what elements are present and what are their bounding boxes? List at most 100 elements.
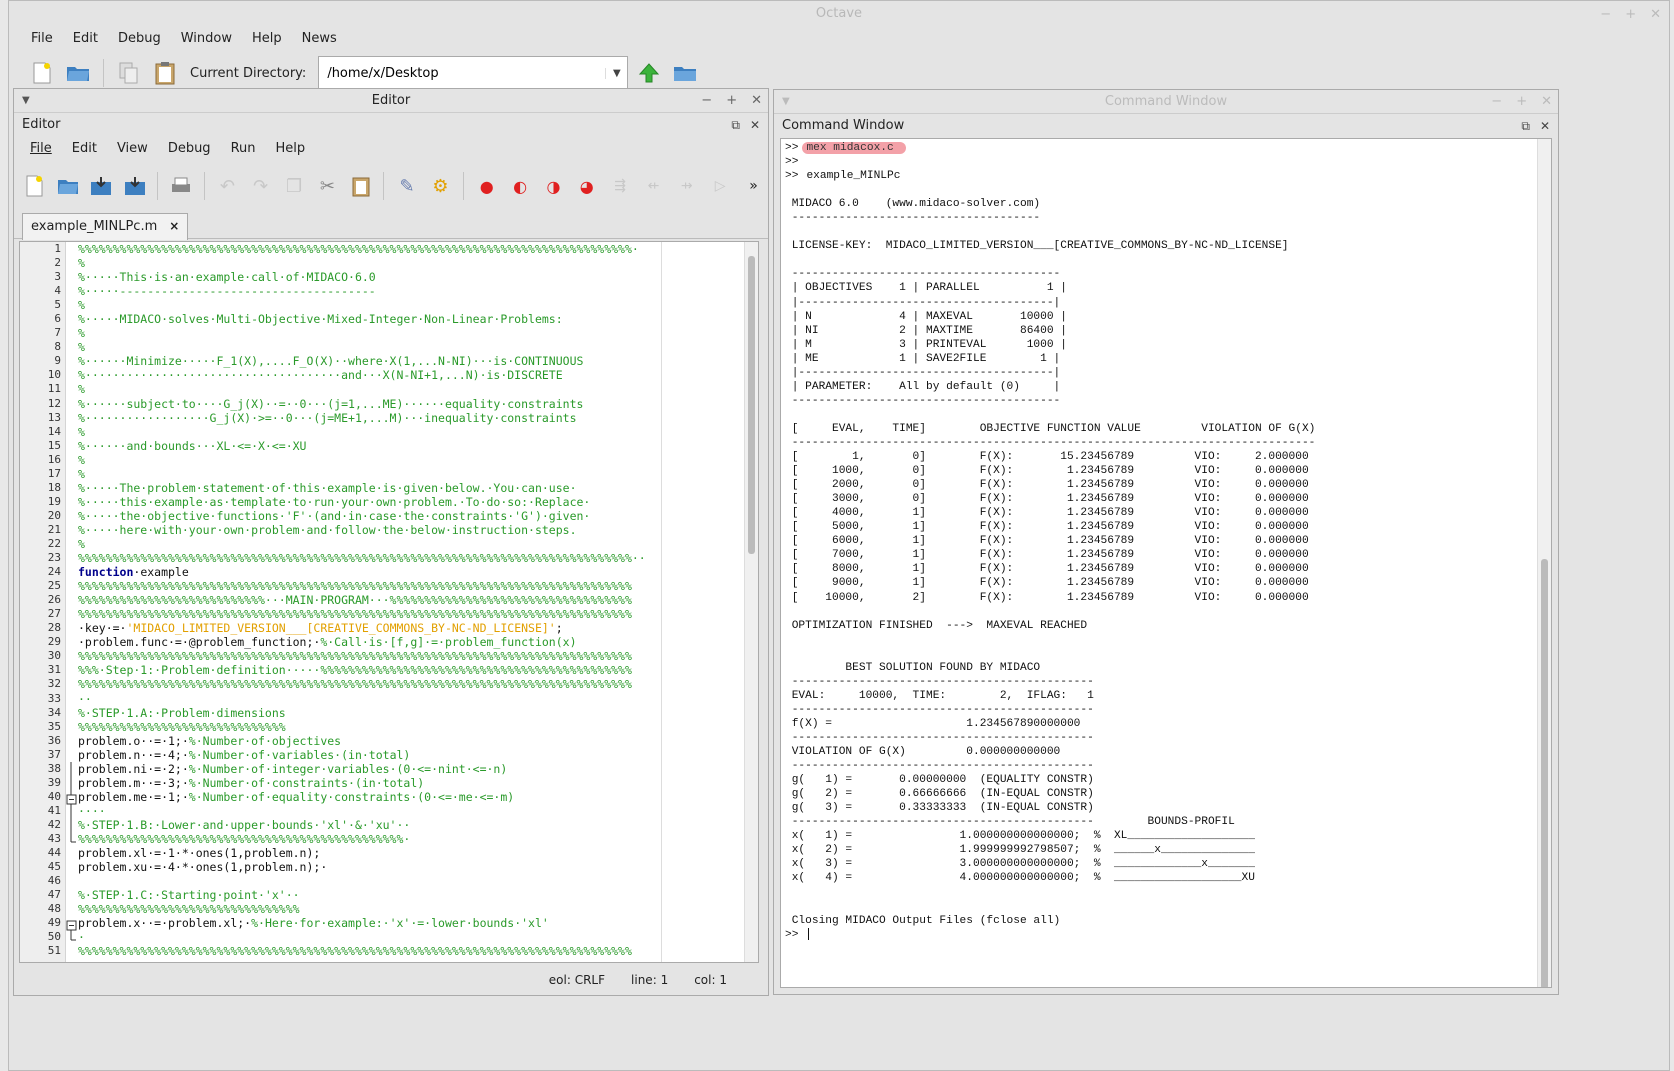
step-out-icon[interactable]: ⇸ [672,171,701,201]
new-script-icon[interactable] [20,171,49,201]
code-line[interactable]: %······and·bounds···XL·<=·X·<=·XU [78,439,758,453]
code-line[interactable]: %·STEP·1.B:·Lower·and·upper·bounds·'xl'·… [78,818,758,832]
close-editor-icon[interactable]: ✕ [750,113,760,137]
code-line[interactable]: %%%%%%%%%%%%%%%%%%%%%%%%%%%%%%%%%%%%%%%%… [78,677,758,691]
code-line[interactable]: problem.xu·=·4·*·ones(1,problem.n);· [78,860,758,874]
close-command-icon[interactable]: ✕ [1540,114,1550,138]
editor-vertical-scrollbar[interactable] [744,242,758,962]
save-icon[interactable] [87,171,116,201]
code-line[interactable]: % [78,298,758,312]
code-editor[interactable]: 1 2 3 4 5 6 7 8 9 10 11 12 13 14 15 16 17 18 19 20 21 22 23 24 2… [19,241,759,963]
code-line[interactable]: % [78,326,758,340]
continue-icon[interactable]: ▷ [705,171,734,201]
current-directory-input[interactable] [319,58,606,88]
close-tab-icon[interactable]: × [169,214,179,240]
code-line[interactable]: %·STEP·1.C:·Starting·point·'x'·· [78,888,758,902]
undock-icon[interactable]: ⧉ [1521,114,1530,138]
next-breakpoint-icon[interactable]: ◐ [505,171,534,201]
menu-debug[interactable]: Debug [108,27,171,51]
code-line[interactable]: %%%%%%%%%%%%%%%%%%%%%%%%%%%···MAIN·PROGR… [78,593,758,607]
code-line[interactable]: %······Minimize·····F_1(X),....F_O(X)··w… [78,354,758,368]
code-line[interactable]: problem.o··=·1;·%·Number·of·objectives [78,734,758,748]
code-line[interactable]: problem.x··=·problem.xl;·%·Here·for·exam… [78,916,758,930]
code-line[interactable]: % [78,453,758,467]
menu-help[interactable]: Help [242,27,292,51]
editor-menu-edit[interactable]: Edit [62,137,107,163]
command-output[interactable]: >> mex midacox.c >> >> example_MINLPc MIDACO… [780,138,1552,988]
code-line[interactable]: %······subject·to····G_j(X)··=··0···(j=1… [78,397,758,411]
minimize-icon[interactable]: − [1600,7,1611,22]
code-line[interactable]: %·····----------------------------------… [78,284,758,298]
editor-menu-run[interactable]: Run [221,137,266,163]
close-panel-icon[interactable]: ✕ [751,89,762,113]
code-line[interactable]: %·STEP·1.A:·Problem·dimensions [78,706,758,720]
code-line[interactable]: % [78,425,758,439]
code-line[interactable]: %·····································an… [78,368,758,382]
close-icon[interactable]: ✕ [1650,7,1661,22]
cut-icon[interactable]: ✂ [313,171,342,201]
code-line[interactable]: %%%%%%%%%%%%%%%%%%%%%%%%%%%%%% [78,720,758,734]
code-line[interactable]: %%%%%%%%%%%%%%%%%%%%%%%%%%%%%%%%%%%%%%%%… [78,607,758,621]
float-panel-icon[interactable]: + [1516,90,1527,114]
code-line[interactable]: function·example [78,565,758,579]
code-line[interactable]: %%%%%%%%%%%%%%%%%%%%%%%%%%%%%%%%%%%%%%%%… [78,649,758,663]
code-line[interactable]: problem.m··=·3;·%·Number·of·constraints·… [78,776,758,790]
code-line[interactable]: problem.xl·=·1·*·ones(1,problem.n); [78,846,758,860]
panel-menu-icon[interactable]: ▼ [22,89,30,113]
more-tools-icon[interactable]: » [739,171,768,201]
code-line[interactable]: %%%%%%%%%%%%%%%%%%%%%%%%%%%%%%%%%%%%%%%%… [78,832,758,846]
scrollbar-thumb[interactable] [748,256,755,554]
minimize-panel-icon[interactable]: − [701,89,712,113]
code-line[interactable]: % [78,340,758,354]
browse-directory-icon[interactable] [670,58,700,88]
code-text[interactable]: %%%%%%%%%%%%%%%%%%%%%%%%%%%%%%%%%%%%%%%%… [78,242,758,962]
breakpoint-icon[interactable]: ● [472,171,501,201]
minimize-panel-icon[interactable]: − [1491,90,1502,114]
current-directory-combobox[interactable]: ▼ [318,56,629,90]
code-line[interactable]: %·····MIDACO·solves·Multi-Objective·Mixe… [78,312,758,326]
editor-menu-file[interactable]: File [20,137,62,163]
menu-file[interactable]: File [21,27,63,51]
menu-edit[interactable]: Edit [63,27,108,51]
code-line[interactable]: %··················G_j(X)·>=··0···(j=ME+… [78,411,758,425]
float-panel-icon[interactable]: + [726,89,737,113]
code-line[interactable]: %%%%%%%%%%%%%%%%%%%%%%%%%%%%%%%%%%%%%%%%… [78,579,758,593]
save-as-icon[interactable] [120,171,149,201]
code-line[interactable]: % [78,537,758,551]
code-line[interactable]: %·····here·with·your·own·problem·and·fol… [78,523,758,537]
panel-menu-icon[interactable]: ▼ [782,90,790,114]
maximize-icon[interactable]: + [1625,7,1636,22]
code-line[interactable]: %%%%%%%%%%%%%%%%%%%%%%%%%%%%%%%%%%%%%%%%… [78,242,758,257]
menu-news[interactable]: News [292,27,347,51]
redo-icon[interactable]: ↷ [246,171,275,201]
find-icon[interactable]: ✎ [392,171,421,201]
step-icon[interactable]: ⇶ [605,171,634,201]
code-line[interactable]: ·problem.func·=·@problem_function;·%·Cal… [78,635,758,649]
code-line[interactable]: %·····This·is·an·example·call·of·MIDACO·… [78,270,758,284]
open-folder-icon[interactable] [63,58,93,88]
open-script-icon[interactable] [53,171,82,201]
new-file-icon[interactable] [27,58,57,88]
code-line[interactable]: % [78,467,758,481]
copy-icon[interactable]: ❐ [279,171,308,201]
code-line[interactable]: %%%·Step·1:·Problem·definition·····%%%%%… [78,663,758,677]
undock-icon[interactable]: ⧉ [731,113,740,137]
paste-icon[interactable] [346,171,375,201]
fold-margin[interactable] [66,242,78,962]
step-in-icon[interactable]: ⇷ [639,171,668,201]
undo-icon[interactable]: ↶ [213,171,242,201]
paste-icon[interactable] [150,58,180,88]
menu-window[interactable]: Window [171,27,242,51]
code-line[interactable]: ·· [78,692,758,706]
code-line[interactable]: % [78,382,758,396]
code-line[interactable]: %%%%%%%%%%%%%%%%%%%%%%%%%%%%%%%%%%%%%%%%… [78,551,758,565]
code-line[interactable]: %%%%%%%%%%%%%%%%%%%%%%%%%%%%%%%% [78,902,758,916]
code-line[interactable] [78,874,758,888]
chevron-down-icon[interactable]: ▼ [605,67,627,79]
editor-menu-help[interactable]: Help [266,137,316,163]
code-line[interactable]: %·····The·problem·statement·of·this·exam… [78,481,758,495]
editor-menu-debug[interactable]: Debug [158,137,221,163]
code-line[interactable]: %·····this·example·as·template·to·run·yo… [78,495,758,509]
code-line[interactable]: · [78,930,758,944]
code-line[interactable]: problem.me·=·1;·%·Number·of·equality·con… [78,790,758,804]
